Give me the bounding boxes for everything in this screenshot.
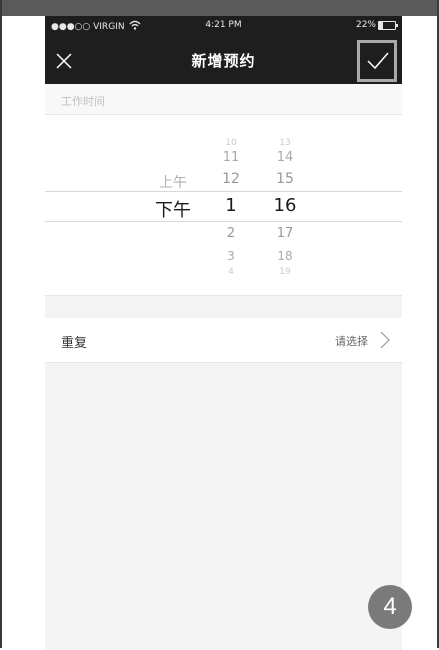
- picker-divider-bottom: [45, 221, 402, 222]
- picker-hour[interactable]: 3: [211, 249, 251, 263]
- repeat-row[interactable]: 重复 请选择: [45, 318, 402, 363]
- work-time-label: 工作时间: [61, 95, 105, 108]
- repeat-value: 请选择: [335, 335, 368, 348]
- status-time: 4:21 PM: [205, 20, 242, 30]
- page-title: 新增预约: [191, 52, 256, 70]
- chevron-right-icon: [380, 331, 390, 349]
- picker-hour[interactable]: 4: [211, 267, 251, 277]
- battery-icon: [378, 21, 398, 30]
- picker-minute[interactable]: 14: [265, 150, 305, 165]
- picker-minute[interactable]: 19: [265, 267, 305, 277]
- repeat-label: 重复: [61, 336, 88, 351]
- picker-minute[interactable]: 18: [265, 249, 305, 263]
- section-gap: [45, 295, 402, 319]
- battery-percent: 22%: [355, 20, 376, 30]
- time-picker[interactable]: 上午 下午 10 11 12 1 2 3 4 13 14 15 16 17 18…: [45, 115, 402, 295]
- picker-hour[interactable]: 2: [211, 226, 251, 241]
- picker-minute[interactable]: 15: [265, 171, 305, 187]
- picker-hour[interactable]: 12: [211, 171, 251, 187]
- empty-area: [45, 363, 402, 650]
- picker-minute-selected[interactable]: 16: [265, 195, 305, 216]
- checkmark-icon: [367, 52, 389, 70]
- picker-minute[interactable]: 13: [265, 138, 305, 148]
- picker-hour[interactable]: 10: [211, 138, 251, 148]
- picker-hour-selected[interactable]: 1: [211, 195, 251, 216]
- picker-ampm-pm[interactable]: 下午: [148, 196, 198, 222]
- work-time-header: 工作时间: [45, 84, 402, 115]
- status-bar: ●●●○○ VIRGIN 4:21 PM 22%: [45, 16, 402, 36]
- phone-screen: ●●●○○ VIRGIN 4:21 PM 22% 新增预约 工作时间 上午 下午…: [45, 16, 402, 650]
- picker-hour[interactable]: 11: [211, 150, 251, 165]
- picker-divider-top: [45, 191, 402, 192]
- step-number-badge: 4: [368, 585, 412, 629]
- picker-minute[interactable]: 17: [265, 226, 305, 241]
- picker-ampm-am[interactable]: 上午: [148, 172, 198, 192]
- nav-bar: ●●●○○ VIRGIN 4:21 PM 22% 新增预约: [45, 16, 402, 84]
- confirm-button[interactable]: [357, 40, 397, 82]
